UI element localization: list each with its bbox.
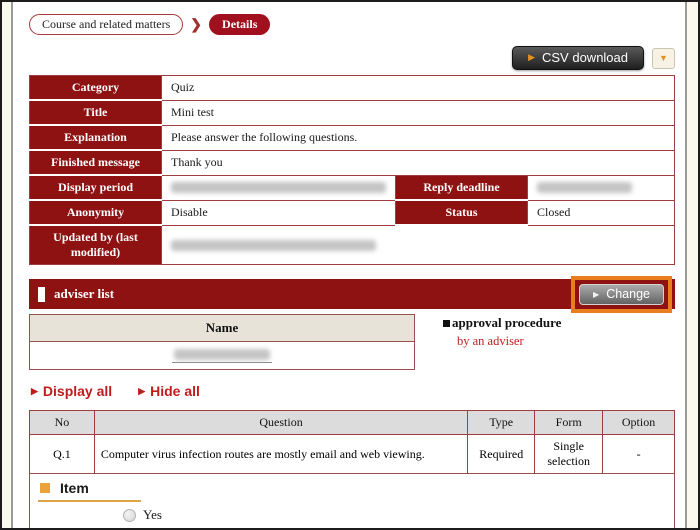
hide-all-label: Hide all xyxy=(150,383,200,399)
breadcrumb-parent[interactable]: Course and related matters xyxy=(29,14,183,35)
chevron-right-icon: ❯ xyxy=(190,16,202,33)
row-label: Category xyxy=(30,76,162,101)
item-section: Item Yes No xyxy=(29,473,675,528)
question-form: Single selection xyxy=(535,435,603,474)
redacted-text xyxy=(171,182,386,193)
table-row: Q.1 Computer virus infection routes are … xyxy=(30,435,675,474)
play-icon: ▶ xyxy=(31,386,38,397)
square-bullet-icon xyxy=(443,320,450,327)
approval-heading: approval procedure xyxy=(452,315,561,331)
change-button[interactable]: ▶ Change xyxy=(579,284,664,305)
question-table: No Question Type Form Option Q.1 Compute… xyxy=(29,410,675,474)
details-table: Category Quiz Title Mini test Explanatio… xyxy=(29,75,675,265)
section-bar-icon xyxy=(38,287,45,302)
breadcrumb: Course and related matters ❯ Details xyxy=(29,14,675,35)
adviser-name-section: Name approval procedure by an adviser xyxy=(29,314,675,370)
col-header-question: Question xyxy=(94,411,467,435)
row-value: Please answer the following questions. xyxy=(162,125,675,150)
row-label: Explanation xyxy=(30,125,162,150)
redacted-text xyxy=(174,349,270,360)
chevron-down-icon: ▼ xyxy=(659,53,668,63)
name-column-header: Name xyxy=(30,315,414,342)
table-row xyxy=(30,342,414,369)
row-value: Closed xyxy=(528,200,675,225)
table-row: Category Quiz xyxy=(30,76,675,101)
orange-square-icon xyxy=(40,483,50,493)
table-row: Anonymity Disable Status Closed xyxy=(30,200,675,225)
approval-procedure: approval procedure by an adviser xyxy=(415,314,561,370)
row-value-redacted xyxy=(162,225,675,265)
row-value-redacted xyxy=(528,175,675,200)
play-icon: ▶ xyxy=(593,290,599,299)
change-button-label: Change xyxy=(606,287,650,301)
row-label: Anonymity xyxy=(30,200,162,225)
highlight-box: ▶ Change xyxy=(571,276,672,313)
adviser-name-link[interactable] xyxy=(172,349,272,363)
row-value-redacted xyxy=(162,175,396,200)
row-value: Mini test xyxy=(162,100,675,125)
row-value: Disable xyxy=(162,200,396,225)
display-all-link[interactable]: ▶ Display all xyxy=(31,383,112,399)
row-value: Quiz xyxy=(162,76,675,101)
row-value: Thank you xyxy=(162,150,675,175)
question-type: Required xyxy=(468,435,535,474)
row-label: Display period xyxy=(30,175,162,200)
toolbar: ▶ CSV download ▼ xyxy=(29,46,675,70)
hide-all-link[interactable]: ▶ Hide all xyxy=(138,383,200,399)
play-icon: ▶ xyxy=(528,52,535,63)
csv-download-button[interactable]: ▶ CSV download xyxy=(512,46,644,70)
row-label: Reply deadline xyxy=(396,175,528,200)
approval-value: by an adviser xyxy=(457,334,561,349)
table-row: Title Mini test xyxy=(30,100,675,125)
table-header-row: No Question Type Form Option xyxy=(30,411,675,435)
content-panel: Course and related matters ❯ Details ▶ C… xyxy=(11,2,687,528)
adviser-list-header: adviser list ▶ Change xyxy=(29,279,675,309)
col-header-option: Option xyxy=(603,411,675,435)
question-option: - xyxy=(603,435,675,474)
name-table: Name xyxy=(29,314,415,370)
col-header-no: No xyxy=(30,411,95,435)
display-all-label: Display all xyxy=(43,383,112,399)
item-section-title: Item xyxy=(60,480,89,496)
table-row: Updated by (last modified) xyxy=(30,225,675,265)
radio-button-yes[interactable] xyxy=(123,509,136,522)
table-row: Explanation Please answer the following … xyxy=(30,125,675,150)
row-label: Status xyxy=(396,200,528,225)
breadcrumb-current[interactable]: Details xyxy=(209,14,270,35)
row-label: Updated by (last modified) xyxy=(30,225,162,265)
question-text: Computer virus infection routes are most… xyxy=(94,435,467,474)
dropdown-toggle-button[interactable]: ▼ xyxy=(652,48,675,69)
radio-option: Yes xyxy=(123,507,666,523)
row-label: Finished message xyxy=(30,150,162,175)
col-header-type: Type xyxy=(468,411,535,435)
table-row: Finished message Thank you xyxy=(30,150,675,175)
redacted-text xyxy=(537,182,632,193)
question-no: Q.1 xyxy=(30,435,95,474)
row-label: Title xyxy=(30,100,162,125)
csv-download-label: CSV download xyxy=(542,50,628,65)
screenshot-frame: Course and related matters ❯ Details ▶ C… xyxy=(0,0,700,530)
radio-label: Yes xyxy=(143,507,162,523)
col-header-form: Form xyxy=(535,411,603,435)
redacted-text xyxy=(171,240,376,251)
expand-links: ▶ Display all ▶ Hide all xyxy=(31,383,675,399)
adviser-list-title: adviser list xyxy=(54,286,114,302)
play-icon: ▶ xyxy=(138,386,145,397)
table-row: Display period Reply deadline xyxy=(30,175,675,200)
